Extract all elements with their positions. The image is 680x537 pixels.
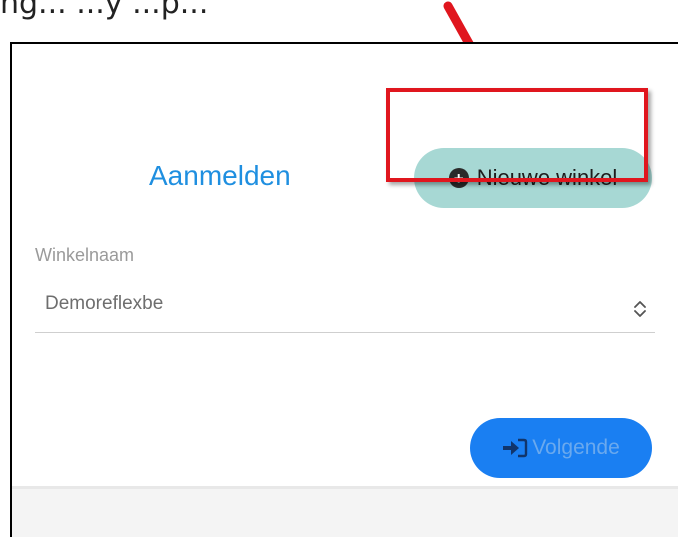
- page-title: Aanmelden: [149, 160, 291, 191]
- next-button-label: Volgende: [532, 436, 620, 459]
- shop-name-select-value: Demoreflexbe: [45, 293, 164, 314]
- next-button[interactable]: Volgende: [470, 418, 652, 478]
- instruction-text-fragment: ng... ...y ...p...: [0, 0, 209, 21]
- up-down-chevron-icon: [634, 301, 646, 317]
- card-footer: [12, 486, 678, 537]
- annotation-highlight-box: [386, 88, 648, 182]
- shop-name-label: Winkelnaam: [35, 245, 135, 265]
- sign-in-icon: [503, 438, 528, 458]
- shop-name-select[interactable]: Demoreflexbe: [35, 286, 655, 333]
